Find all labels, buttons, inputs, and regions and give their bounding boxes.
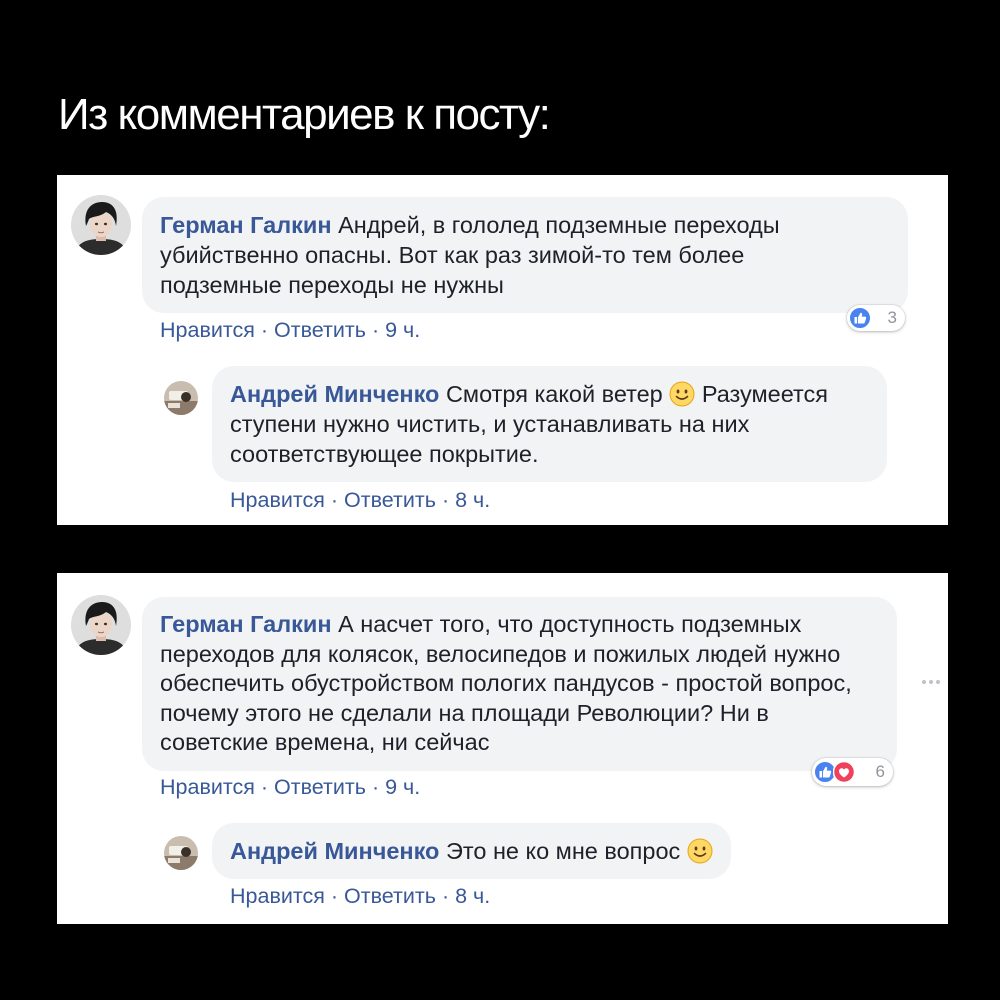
timestamp-link[interactable]: 9 ч. <box>385 775 420 799</box>
slightly-smiling-face-icon <box>669 381 695 407</box>
comment-bubble: Герман Галкин Андрей, в гололед подземны… <box>142 197 908 313</box>
commenter-avatar[interactable] <box>71 195 131 255</box>
reply-link[interactable]: Ответить <box>274 775 366 799</box>
reactions-badge[interactable]: 3 <box>847 305 905 331</box>
love-icon <box>833 761 855 783</box>
reply-bubble: Андрей Минченко Смотря какой ветер Разум… <box>212 366 887 482</box>
comment-actions: Нравится · Ответить · 9 ч. <box>160 774 420 800</box>
reply-link[interactable]: Ответить <box>344 884 436 908</box>
separator: · <box>441 488 450 512</box>
like-link[interactable]: Нравится <box>160 318 255 342</box>
comment-author[interactable]: Герман Галкин <box>160 611 332 637</box>
separator: · <box>330 884 339 908</box>
timestamp-link[interactable]: 8 ч. <box>455 488 490 512</box>
separator: · <box>260 775 269 799</box>
screenshot-page: Из комментариев к посту: Герман Галкин А… <box>0 0 1000 1000</box>
like-link[interactable]: Нравится <box>230 884 325 908</box>
avatar-photo-icon <box>164 381 198 415</box>
reply-author-avatar[interactable] <box>164 836 198 870</box>
reply-author[interactable]: Андрей Минченко <box>230 838 439 864</box>
avatar-photo-icon <box>164 836 198 870</box>
avatar-photo-icon <box>71 595 131 655</box>
timestamp-link[interactable]: 9 ч. <box>385 318 420 342</box>
comment-thread-panel: Герман Галкин А насчет того, что доступн… <box>57 573 948 924</box>
avatar-photo-icon <box>71 195 131 255</box>
reply-author[interactable]: Андрей Минченко <box>230 381 439 407</box>
reply-text: Смотря какой ветер <box>445 381 663 407</box>
timestamp-link[interactable]: 8 ч. <box>455 884 490 908</box>
reply-author-avatar[interactable] <box>164 381 198 415</box>
comment-thread-panel: Герман Галкин Андрей, в гололед подземны… <box>57 175 948 525</box>
like-link[interactable]: Нравится <box>160 775 255 799</box>
reply-actions: Нравится · Ответить · 8 ч. <box>230 883 490 909</box>
comment-bubble: Герман Галкин А насчет того, что доступн… <box>142 597 897 771</box>
page-title: Из комментариев к посту: <box>58 90 551 139</box>
separator: · <box>260 318 269 342</box>
reply-link[interactable]: Ответить <box>274 318 366 342</box>
like-icon <box>849 307 871 329</box>
reply-text: Это не ко мне вопрос <box>445 838 681 864</box>
commenter-avatar[interactable] <box>71 595 131 655</box>
reaction-count: 3 <box>887 308 897 327</box>
separator: · <box>371 775 380 799</box>
reaction-count: 6 <box>875 762 885 781</box>
reply-bubble: Андрей Минченко Это не ко мне вопрос <box>212 823 731 879</box>
reply-actions: Нравится · Ответить · 8 ч. <box>230 487 490 513</box>
separator: · <box>371 318 380 342</box>
separator: · <box>330 488 339 512</box>
comment-author[interactable]: Герман Галкин <box>160 212 332 238</box>
more-options-icon[interactable] <box>922 680 940 684</box>
slightly-smiling-face-icon <box>687 838 713 864</box>
reactions-badge[interactable]: 6 <box>812 758 893 786</box>
like-link[interactable]: Нравится <box>230 488 325 512</box>
reply-link[interactable]: Ответить <box>344 488 436 512</box>
separator: · <box>441 884 450 908</box>
comment-actions: Нравится · Ответить · 9 ч. <box>160 317 420 343</box>
